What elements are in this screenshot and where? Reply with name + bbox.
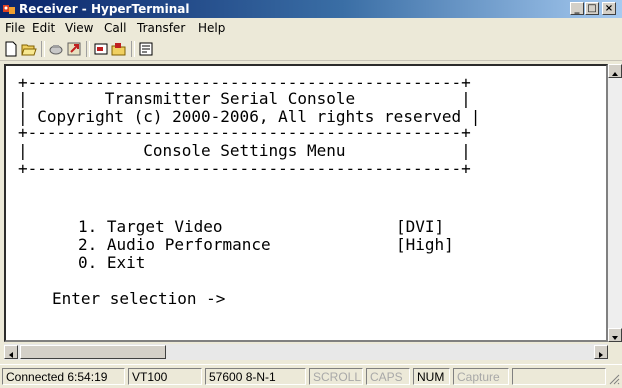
- status-num-lock: NUM: [413, 368, 450, 385]
- option-exit-label: 0. Exit: [78, 253, 146, 272]
- toolbar-separator: [131, 41, 135, 57]
- option-audio-performance-value: [High]: [396, 235, 454, 254]
- maximize-button[interactable]: □: [585, 2, 599, 15]
- status-capture: Capture: [453, 368, 509, 385]
- scroll-left-button[interactable]: [4, 345, 18, 359]
- resize-grip-icon[interactable]: [608, 373, 620, 385]
- status-port-settings: 57600 8-N-1: [205, 368, 306, 385]
- send-icon[interactable]: [93, 41, 109, 57]
- scroll-right-button[interactable]: [594, 345, 608, 359]
- menu-file[interactable]: File: [5, 21, 25, 35]
- minimize-button[interactable]: _: [570, 2, 584, 15]
- window-title: Receiver - HyperTerminal: [19, 2, 190, 16]
- status-bar: Connected 6:54:19 VT100 57600 8-N-1 SCRO…: [0, 364, 622, 388]
- new-icon[interactable]: [3, 41, 19, 57]
- open-icon[interactable]: [21, 41, 37, 57]
- arrow-right-icon: [599, 352, 603, 358]
- toolbar-separator: [86, 41, 90, 57]
- scroll-down-button[interactable]: [608, 328, 622, 342]
- menu-transfer[interactable]: Transfer: [137, 21, 185, 35]
- terminal-screen[interactable]: +---------------------------------------…: [18, 72, 598, 338]
- hyperterminal-icon: [3, 5, 15, 14]
- menu-view[interactable]: View: [65, 21, 93, 35]
- status-emulation: VT100: [128, 368, 202, 385]
- option-target-video-label: 1. Target Video: [78, 217, 223, 236]
- horizontal-scrollbar[interactable]: [4, 344, 608, 360]
- option-target-video-value: [DVI]: [396, 217, 445, 236]
- console-menu-title: | Console Settings Menu |: [18, 141, 471, 160]
- toolbar: [0, 38, 622, 61]
- console-prompt: Enter selection ->: [52, 289, 226, 308]
- menu-edit[interactable]: Edit: [32, 21, 55, 35]
- properties-icon[interactable]: [138, 41, 154, 57]
- toolbar-separator: [41, 41, 45, 57]
- disconnect-icon[interactable]: [66, 41, 82, 57]
- status-print-echo: [512, 368, 606, 385]
- close-button[interactable]: ×: [602, 2, 616, 15]
- arrow-down-icon: [612, 336, 618, 340]
- dial-icon[interactable]: [48, 41, 64, 57]
- menu-call[interactable]: Call: [104, 21, 126, 35]
- menu-bar: File Edit View Call Transfer Help: [0, 18, 622, 38]
- status-caps-lock: CAPS: [366, 368, 410, 385]
- console-border-middle: +---------------------------------------…: [18, 123, 471, 142]
- arrow-up-icon: [612, 72, 618, 76]
- scroll-up-button[interactable]: [608, 64, 622, 78]
- horizontal-scroll-thumb[interactable]: [20, 345, 166, 359]
- option-audio-performance-label: 2. Audio Performance: [78, 235, 271, 254]
- terminal-window[interactable]: +---------------------------------------…: [4, 64, 608, 342]
- status-scroll-lock: SCROLL: [309, 368, 363, 385]
- vertical-scrollbar[interactable]: [608, 64, 622, 342]
- console-border-bottom: +---------------------------------------…: [18, 159, 471, 178]
- status-connected: Connected 6:54:19: [2, 368, 125, 385]
- arrow-left-icon: [9, 352, 13, 358]
- title-bar[interactable]: Receiver - HyperTerminal _ □ ×: [0, 0, 622, 18]
- menu-help[interactable]: Help: [198, 21, 225, 35]
- receive-icon[interactable]: [111, 41, 127, 57]
- console-header-title: | Transmitter Serial Console |: [18, 89, 471, 108]
